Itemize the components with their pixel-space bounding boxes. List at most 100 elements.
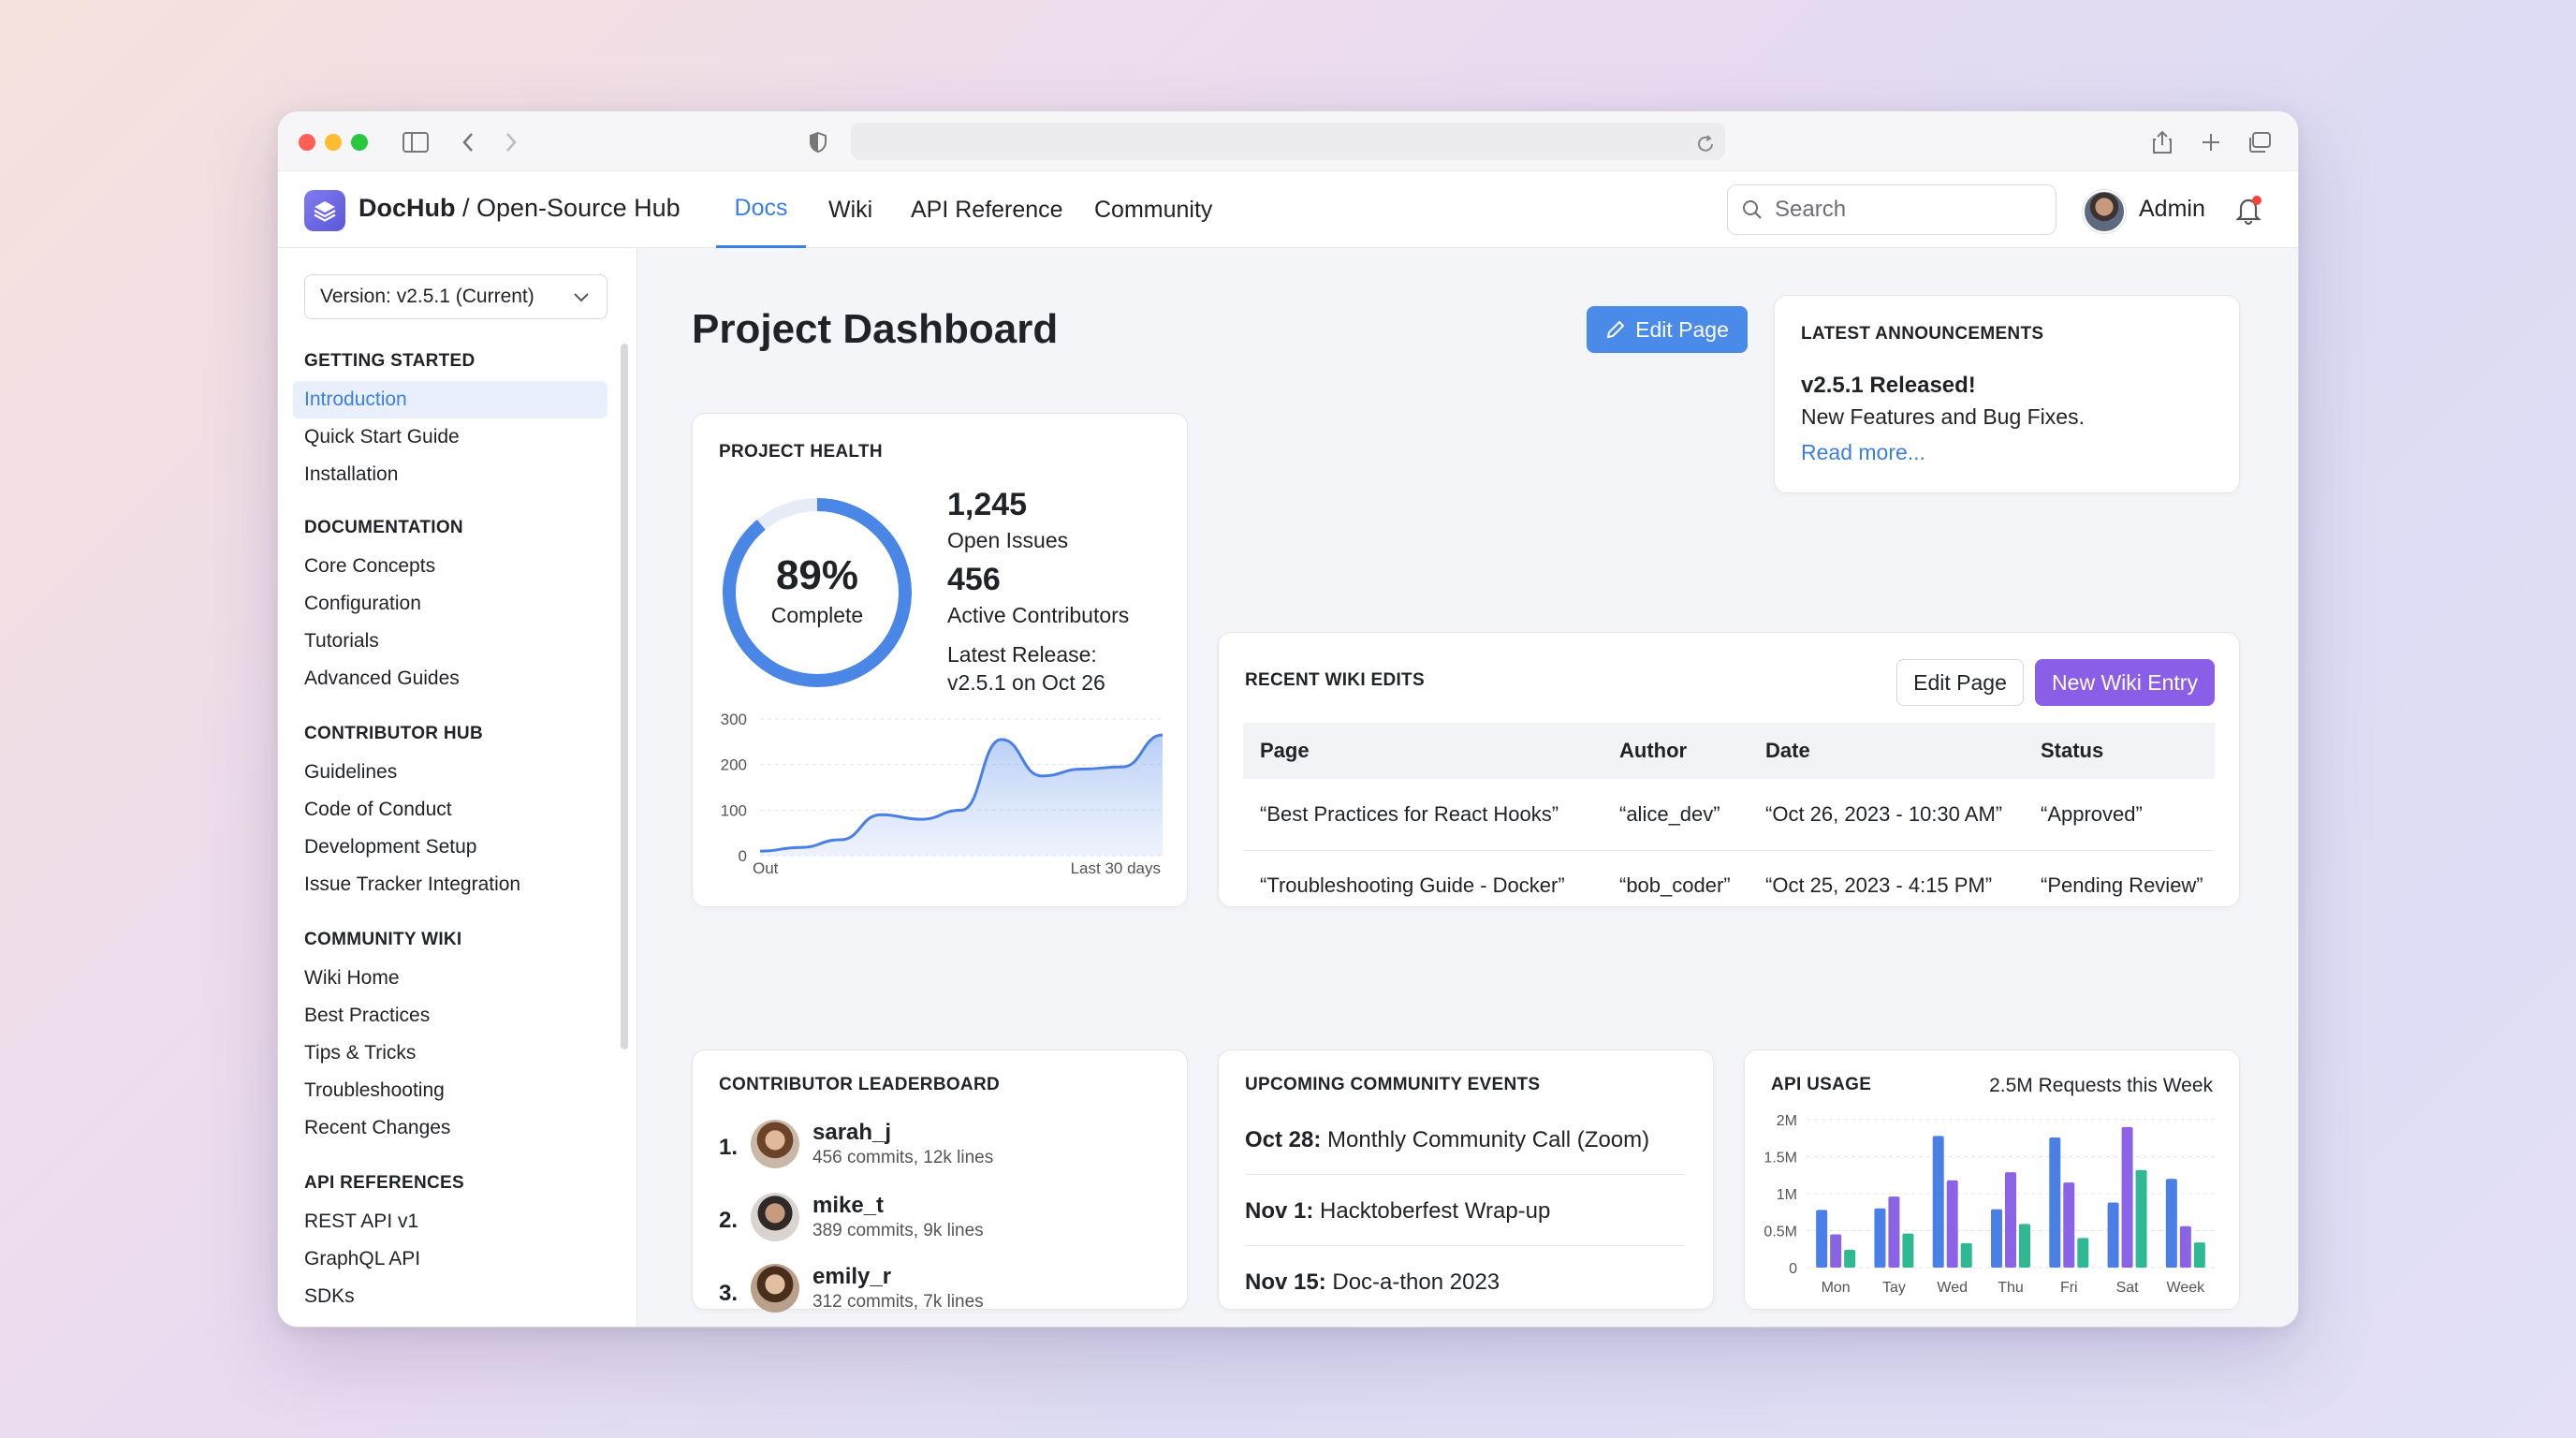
dochub-logo-icon[interactable] <box>304 190 345 231</box>
col-date[interactable]: Date <box>1749 723 2024 779</box>
section-documentation: DOCUMENTATION <box>304 518 463 537</box>
sidebar-item-code-of-conduct[interactable]: Code of Conduct <box>293 791 607 829</box>
section-community-wiki: COMMUNITY WIKI <box>304 930 462 949</box>
area-y-tick-label: 0 <box>739 847 747 865</box>
bar-x-tick-label: Thu <box>1998 1280 2024 1296</box>
area-y-tick-label: 100 <box>721 801 747 819</box>
notification-bell-icon[interactable] <box>2232 194 2264 226</box>
col-page[interactable]: Page <box>1243 723 1603 779</box>
event-item[interactable]: Nov 1: Hacktoberfest Wrap-up <box>1245 1198 1685 1225</box>
bar <box>2121 1126 2133 1268</box>
leader-stats: 456 commits, 12k lines <box>812 1148 994 1167</box>
leader-name[interactable]: sarah_j <box>812 1120 891 1146</box>
new-tab-icon[interactable] <box>2195 126 2227 158</box>
privacy-shield-icon[interactable] <box>802 126 834 158</box>
avatar[interactable] <box>751 1193 799 1241</box>
reload-icon[interactable] <box>1690 128 1721 160</box>
close-window-button[interactable] <box>299 134 315 151</box>
brand-title[interactable]: DocHub / Open-Source Hub <box>359 194 681 223</box>
bar <box>1902 1233 1914 1268</box>
announcements-card: LATEST ANNOUNCEMENTS v2.5.1 Released! Ne… <box>1774 295 2240 493</box>
pencil-icon <box>1606 320 1625 339</box>
sidebar-item-installation[interactable]: Installation <box>293 456 607 493</box>
cell-page[interactable]: “Best Practices for React Hooks” <box>1243 779 1603 851</box>
share-icon[interactable] <box>2146 126 2178 158</box>
bar <box>1888 1196 1900 1268</box>
main-content: Project Dashboard Edit Page LATEST ANNOU… <box>637 248 2298 1327</box>
event-name: Hacktoberfest Wrap-up <box>1313 1198 1551 1224</box>
browser-toolbar <box>278 111 2298 171</box>
sidebar-item-configuration[interactable]: Configuration <box>293 585 607 623</box>
wiki-edits-table: Page Author Date Status “Best Practices … <box>1243 723 2215 921</box>
cell-author: “bob_coder” <box>1619 873 1731 898</box>
sidebar-item-introduction[interactable]: Introduction <box>293 381 607 418</box>
sidebar-item-best-practices[interactable]: Best Practices <box>293 997 607 1034</box>
sidebar-item-graphql-api[interactable]: GraphQL API <box>293 1240 607 1278</box>
table-row[interactable]: “Best Practices for React Hooks” “alice_… <box>1243 779 2215 851</box>
user-avatar[interactable] <box>2083 190 2126 233</box>
api-usage-bar-chart: 2M 1.5M 1M 0.5M 0 Mon Tay Wed Thu Fri Sat Week <box>1764 1113 2215 1296</box>
sidebar-item-wiki-home[interactable]: Wiki Home <box>293 960 607 997</box>
sidebar-item-advanced-guides[interactable]: Advanced Guides <box>293 660 607 697</box>
event-item[interactable]: Oct 28: Monthly Community Call (Zoom) <box>1245 1127 1685 1153</box>
col-status[interactable]: Status <box>2024 723 2215 779</box>
leader-name[interactable]: emily_r <box>812 1264 891 1290</box>
area-x-start-label: Out <box>753 859 779 877</box>
minimize-window-button[interactable] <box>325 134 342 151</box>
nav-api-reference[interactable]: API Reference <box>911 171 1063 248</box>
completion-percent: 89% <box>775 552 859 598</box>
event-item[interactable]: Nov 15: Doc-a-thon 2023 <box>1245 1269 1685 1296</box>
bar <box>1991 1209 2002 1268</box>
sidebar-item-tutorials[interactable]: Tutorials <box>293 623 607 660</box>
version-select[interactable]: Version: v2.5.1 (Current) <box>304 274 607 319</box>
bar <box>2179 1225 2191 1268</box>
user-name[interactable]: Admin <box>2139 196 2205 223</box>
new-wiki-entry-button[interactable]: New Wiki Entry <box>2035 659 2215 706</box>
sidebar-item-issue-tracker[interactable]: Issue Tracker Integration <box>293 866 607 903</box>
leader-name[interactable]: mike_t <box>812 1193 884 1219</box>
forward-icon[interactable] <box>495 126 527 158</box>
sidebar-item-development-setup[interactable]: Development Setup <box>293 829 607 866</box>
back-icon[interactable] <box>452 126 484 158</box>
search-input[interactable]: Search <box>1727 184 2056 235</box>
address-bar[interactable] <box>851 123 1725 160</box>
bar <box>2107 1202 2119 1268</box>
sidebar-item-recent-changes[interactable]: Recent Changes <box>293 1109 607 1147</box>
cell-status: “Approved” <box>2024 779 2215 851</box>
sidebar-item-guidelines[interactable]: Guidelines <box>293 754 607 791</box>
wiki-edit-page-button[interactable]: Edit Page <box>1896 659 2024 706</box>
avatar[interactable] <box>751 1120 799 1168</box>
tab-overview-icon[interactable] <box>2244 126 2276 158</box>
nav-wiki[interactable]: Wiki <box>828 171 872 248</box>
page-title: Project Dashboard <box>692 306 1059 352</box>
sidebar-item-rest-api[interactable]: REST API v1 <box>293 1203 607 1240</box>
sidebar-item-core-concepts[interactable]: Core Concepts <box>293 548 607 585</box>
bar <box>2165 1179 2177 1268</box>
bar <box>2135 1169 2147 1268</box>
bar-x-tick-label: Wed <box>1937 1280 1968 1296</box>
sidebar-toggle-icon[interactable] <box>400 126 432 158</box>
sidebar-item-sdks[interactable]: SDKs <box>293 1278 607 1315</box>
edit-page-button[interactable]: Edit Page <box>1587 306 1748 353</box>
events-title: UPCOMING COMMUNITY EVENTS <box>1245 1075 1541 1094</box>
read-more-link[interactable]: Read more... <box>1801 440 1925 465</box>
area-y-tick-label: 200 <box>721 756 747 774</box>
table-row[interactable]: “Troubleshooting Guide - Docker” “bob_co… <box>1243 850 2215 921</box>
cell-date: “Oct 26, 2023 - 10:30 AM” <box>1749 779 2024 851</box>
nav-docs[interactable]: Docs <box>716 171 806 248</box>
sidebar-item-quick-start[interactable]: Quick Start Guide <box>293 418 607 456</box>
cell-author: “alice_dev” <box>1603 779 1749 851</box>
sidebar-item-tips-tricks[interactable]: Tips & Tricks <box>293 1034 607 1072</box>
bar <box>1830 1234 1842 1268</box>
search-placeholder: Search <box>1775 197 1847 222</box>
col-author[interactable]: Author <box>1603 723 1749 779</box>
avatar[interactable] <box>751 1264 799 1313</box>
cell-page[interactable]: “Troubleshooting Guide - Docker” <box>1243 850 1603 921</box>
event-name: Doc-a-thon 2023 <box>1325 1269 1500 1295</box>
sidebar-item-troubleshooting[interactable]: Troubleshooting <box>293 1072 607 1109</box>
sidebar-scrollbar[interactable] <box>621 344 628 1049</box>
bar <box>1932 1136 1944 1268</box>
announcement-body: New Features and Bug Fixes. <box>1801 404 2085 429</box>
maximize-window-button[interactable] <box>351 134 368 151</box>
nav-community[interactable]: Community <box>1094 171 1212 248</box>
